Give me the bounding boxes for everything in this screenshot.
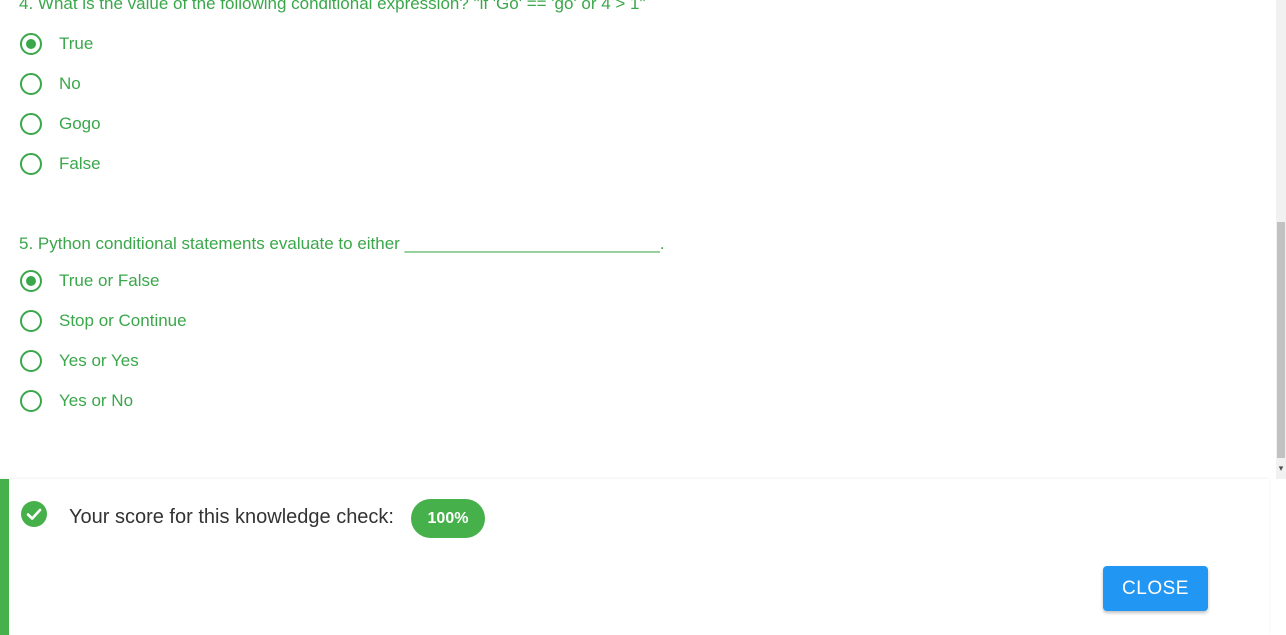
q5-option-true-or-false[interactable]: True or False bbox=[20, 267, 159, 295]
option-label: Yes or No bbox=[59, 391, 134, 410]
option-label: Stop or Continue bbox=[59, 311, 187, 330]
q4-option-gogo[interactable]: Gogo bbox=[20, 110, 101, 138]
option-label: True or False bbox=[59, 271, 160, 290]
score-result-panel: Your score for this knowledge check: 100… bbox=[0, 479, 1269, 635]
q5-option-yes-or-no[interactable]: Yes or No bbox=[20, 387, 133, 415]
q5-option-yes-or-yes[interactable]: Yes or Yes bbox=[20, 347, 139, 375]
vertical-scrollbar[interactable]: ▾ bbox=[1276, 0, 1286, 479]
scrollbar-thumb[interactable] bbox=[1277, 222, 1285, 458]
option-label: True bbox=[59, 34, 94, 53]
radio-unselected[interactable] bbox=[20, 310, 42, 332]
q4-option-no[interactable]: No bbox=[20, 70, 81, 98]
scroll-down-arrow-icon[interactable]: ▾ bbox=[1276, 462, 1286, 474]
radio-selected[interactable] bbox=[20, 33, 42, 55]
quiz-area: 4. What is the value of the following co… bbox=[0, 0, 1276, 479]
q4-option-false[interactable]: False bbox=[20, 150, 101, 178]
q5-option-stop-or-continue[interactable]: Stop or Continue bbox=[20, 307, 187, 335]
score-label: Your score for this knowledge check: bbox=[69, 506, 394, 528]
radio-unselected[interactable] bbox=[20, 153, 42, 175]
score-badge: 100% bbox=[411, 499, 485, 538]
radio-selected[interactable] bbox=[20, 270, 42, 292]
option-label: Gogo bbox=[59, 114, 101, 133]
question-4-text: 4. What is the value of the following co… bbox=[19, 0, 646, 13]
q4-option-true[interactable]: True bbox=[20, 30, 93, 58]
radio-unselected[interactable] bbox=[20, 113, 42, 135]
option-label: Yes or Yes bbox=[59, 351, 139, 370]
radio-unselected[interactable] bbox=[20, 350, 42, 372]
question-5-text: 5. Python conditional statements evaluat… bbox=[19, 234, 665, 253]
radio-unselected[interactable] bbox=[20, 73, 42, 95]
check-circle-icon bbox=[21, 501, 47, 527]
option-label: False bbox=[59, 154, 101, 173]
radio-unselected[interactable] bbox=[20, 390, 42, 412]
close-button[interactable]: CLOSE bbox=[1103, 566, 1208, 611]
option-label: No bbox=[59, 74, 81, 93]
